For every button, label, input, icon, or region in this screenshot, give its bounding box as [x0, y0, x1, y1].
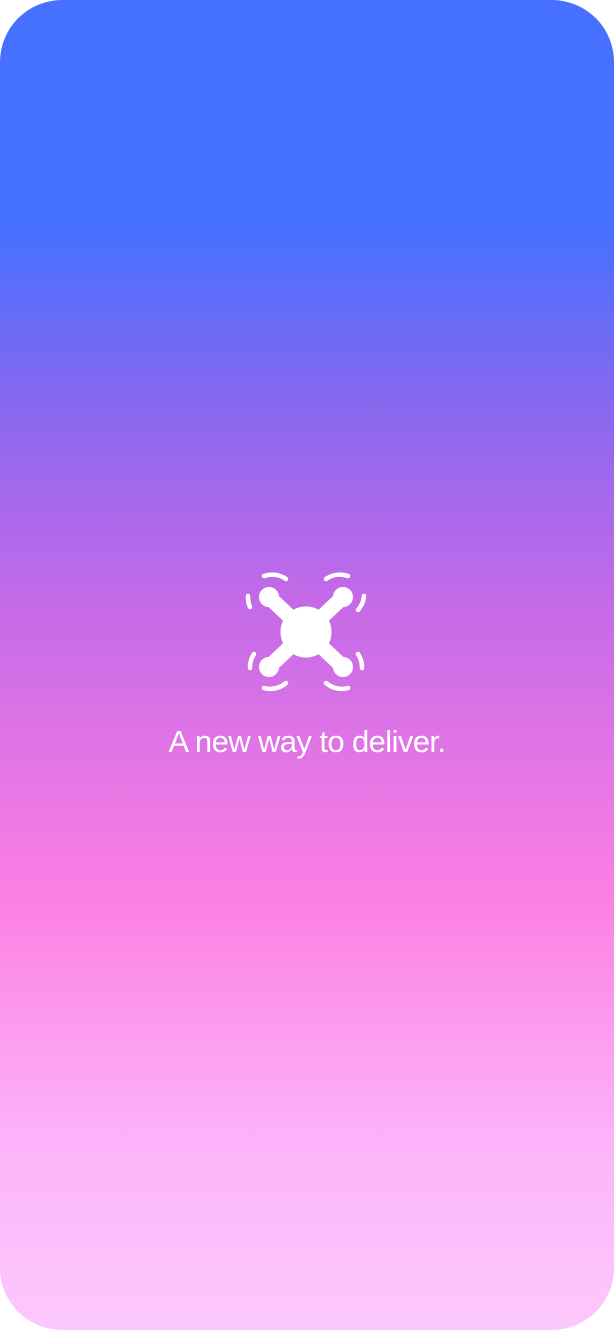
drone-icon	[245, 572, 367, 692]
tagline: A new way to deliver.	[168, 724, 446, 759]
splash-screen: A new way to deliver.	[0, 0, 614, 1330]
